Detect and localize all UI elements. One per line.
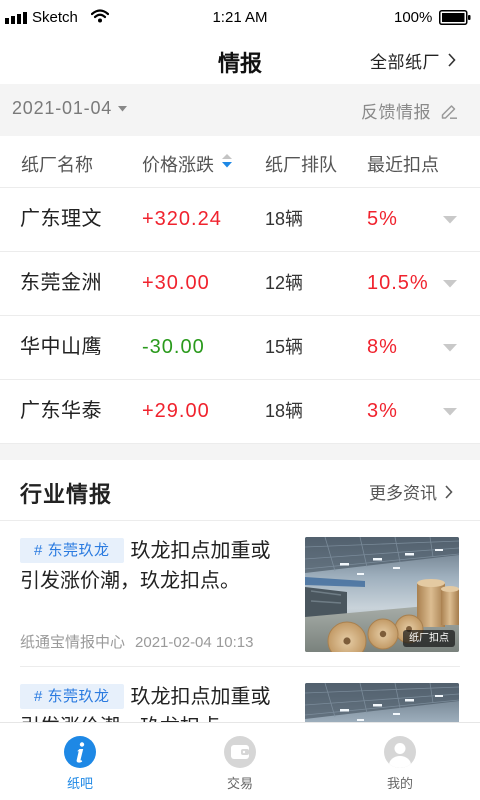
price-change: -30.00 xyxy=(142,336,205,358)
battery-icon xyxy=(439,10,471,25)
section-title: 行业情报 xyxy=(20,482,113,507)
header-queue: 纸厂排队 xyxy=(265,155,337,175)
mill-name: 广东理文 xyxy=(20,208,102,230)
recent-deduction: 10.5% xyxy=(367,272,429,294)
thumbnail-label: 纸厂扣点 xyxy=(403,630,455,647)
section-divider xyxy=(0,444,480,460)
user-icon xyxy=(384,736,416,768)
table-row[interactable]: 广东华泰 +29.00 18辆 3% xyxy=(0,380,480,444)
header-price-change[interactable]: 价格涨跌 xyxy=(142,151,214,177)
tab-trade[interactable]: 交易 xyxy=(160,723,320,800)
date-picker[interactable]: 2021-01-04 xyxy=(12,98,128,119)
recent-deduction: 3% xyxy=(367,400,398,422)
nav-bar: 情报 全部纸厂 xyxy=(0,36,480,84)
header-deduction: 最近扣点 xyxy=(367,155,439,175)
all-mills-link[interactable]: 全部纸厂 xyxy=(370,48,456,72)
expand-caret-icon[interactable] xyxy=(443,316,457,379)
battery-percent: 100% xyxy=(394,9,433,26)
expand-caret-icon[interactable] xyxy=(443,188,457,251)
mill-table: 广东理文 +320.24 18辆 5% 东莞金洲 +30.00 12辆 10.5… xyxy=(0,188,480,444)
price-change: +29.00 xyxy=(142,400,210,422)
news-source: 纸通宝情报中心 xyxy=(20,634,126,651)
chevron-right-icon xyxy=(448,53,456,67)
queue-count: 12辆 xyxy=(265,273,304,293)
price-change: +320.24 xyxy=(142,208,222,230)
edit-icon xyxy=(441,104,457,119)
more-news-label: 更多资讯 xyxy=(369,484,437,503)
filter-bar: 2021-01-04 反馈情报 xyxy=(0,84,480,136)
expand-caret-icon[interactable] xyxy=(443,380,457,443)
table-row[interactable]: 东莞金洲 +30.00 12辆 10.5% xyxy=(0,252,480,316)
queue-count: 18辆 xyxy=(265,209,304,229)
recent-deduction: 8% xyxy=(367,336,398,358)
news-item[interactable]: # 东莞玖龙 玖龙扣点加重或引发涨价潮，玖龙扣点。 纸通宝情报中心 2021-02-… xyxy=(0,521,480,667)
wallet-icon xyxy=(224,736,256,768)
queue-count: 18辆 xyxy=(265,401,304,421)
expand-caret-icon[interactable] xyxy=(443,252,457,315)
mill-name: 东莞金洲 xyxy=(20,272,102,294)
queue-count: 15辆 xyxy=(265,337,304,357)
feedback-label: 反馈情报 xyxy=(361,103,431,122)
recent-deduction: 5% xyxy=(367,208,398,230)
news-time: 2021-02-04 10:13 xyxy=(135,634,254,651)
table-row[interactable]: 广东理文 +320.24 18辆 5% xyxy=(0,188,480,252)
tab-bar: 纸吧 交易 我的 xyxy=(0,722,480,800)
caret-down-icon xyxy=(118,105,128,111)
tab-label: 纸吧 xyxy=(66,776,93,791)
chevron-right-icon xyxy=(445,484,453,499)
mill-name: 广东华泰 xyxy=(20,400,102,422)
news-tag[interactable]: # 东莞玖龙 xyxy=(20,684,124,709)
sort-icon[interactable] xyxy=(222,154,232,168)
more-news-link[interactable]: 更多资讯 xyxy=(369,479,453,504)
tab-mine[interactable]: 我的 xyxy=(320,723,480,800)
tab-label: 交易 xyxy=(226,776,253,791)
tab-zhiba[interactable]: 纸吧 xyxy=(0,723,160,800)
table-row[interactable]: 华中山鹰 -30.00 15辆 8% xyxy=(0,316,480,380)
news-meta: 纸通宝情报中心 2021-02-04 10:13 xyxy=(20,631,253,652)
news-thumbnail: 纸厂扣点 xyxy=(305,537,459,652)
industry-news-header: 行业情报 更多资讯 xyxy=(0,460,480,521)
info-icon xyxy=(64,736,96,768)
tab-label: 我的 xyxy=(386,776,413,791)
price-change: +30.00 xyxy=(142,272,210,294)
all-mills-label: 全部纸厂 xyxy=(370,52,440,72)
table-header: 纸厂名称 价格涨跌 纸厂排队 最近扣点 xyxy=(0,136,480,188)
feedback-button[interactable]: 反馈情报 xyxy=(361,98,458,123)
date-value: 2021-01-04 xyxy=(12,98,113,118)
status-bar: Sketch 1:21 AM 100% xyxy=(0,0,480,36)
mill-name: 华中山鹰 xyxy=(20,336,102,358)
news-headline-block: # 东莞玖龙玖龙扣点加重或引发涨价潮，玖龙扣点。 xyxy=(20,536,285,596)
header-mill-name: 纸厂名称 xyxy=(21,155,93,175)
news-tag[interactable]: # 东莞玖龙 xyxy=(20,538,124,563)
